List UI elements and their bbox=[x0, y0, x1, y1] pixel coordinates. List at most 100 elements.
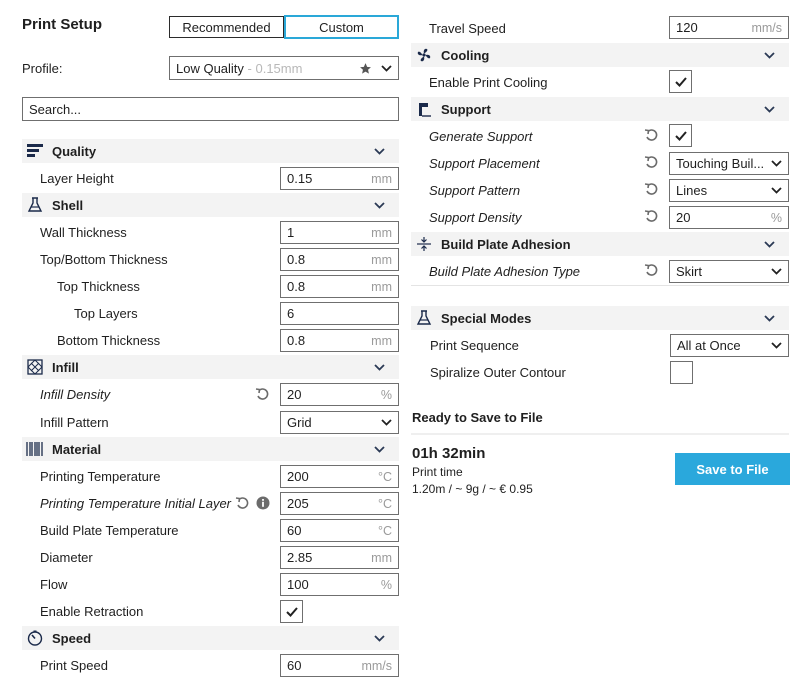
diameter-unit: mm bbox=[371, 550, 392, 565]
setting-label-retraction: Enable Retraction bbox=[40, 604, 144, 619]
divider bbox=[411, 433, 789, 435]
save-to-file-button[interactable]: Save to File bbox=[675, 453, 790, 485]
top-thickness-input[interactable]: 0.8 mm bbox=[280, 275, 399, 298]
chevron-down-icon bbox=[763, 103, 775, 115]
section-speed[interactable]: Speed bbox=[22, 626, 399, 650]
checkmark-icon bbox=[674, 76, 687, 87]
section-support[interactable]: Support bbox=[411, 97, 789, 121]
spiralize-checkbox[interactable] bbox=[670, 361, 693, 384]
infill-density-value: 20 bbox=[287, 387, 302, 402]
star-icon[interactable] bbox=[359, 62, 372, 75]
profile-suffix: - 0.15mm bbox=[243, 60, 303, 76]
setting-label-diameter: Diameter bbox=[40, 550, 93, 565]
flow-unit: % bbox=[380, 577, 392, 592]
layer-height-unit: mm bbox=[371, 171, 392, 186]
support-placement-select[interactable]: Touching Buil... bbox=[669, 152, 789, 175]
chevron-down-icon bbox=[380, 62, 392, 74]
infill-pattern-value: Grid bbox=[287, 415, 312, 430]
reset-icon[interactable] bbox=[644, 128, 658, 142]
special-modes-icon bbox=[415, 309, 433, 327]
wall-thickness-input[interactable]: 1 mm bbox=[280, 221, 399, 244]
profile-label: Profile: bbox=[22, 61, 63, 76]
chevron-down-icon bbox=[373, 443, 385, 455]
setting-label-support-density: Support Density bbox=[429, 210, 522, 225]
info-icon[interactable] bbox=[256, 496, 270, 510]
setting-label-top-bottom-thickness: Top/Bottom Thickness bbox=[40, 252, 168, 267]
travel-speed-input[interactable]: 120 mm/s bbox=[669, 16, 789, 39]
adhesion-type-select[interactable]: Skirt bbox=[669, 260, 789, 283]
tab-recommended[interactable]: Recommended bbox=[169, 16, 284, 38]
reset-icon[interactable] bbox=[644, 182, 658, 196]
section-quality[interactable]: Quality bbox=[22, 139, 399, 163]
support-density-value: 20 bbox=[676, 210, 691, 225]
diameter-value: 2.85 bbox=[287, 550, 313, 565]
retraction-checkbox[interactable] bbox=[280, 600, 303, 623]
setting-label-print-sequence: Print Sequence bbox=[430, 338, 519, 353]
enable-cooling-checkbox[interactable] bbox=[669, 70, 692, 93]
bottom-thickness-input[interactable]: 0.8 mm bbox=[280, 329, 399, 352]
checkmark-icon bbox=[674, 130, 687, 141]
print-temp-initial-value: 205 bbox=[287, 496, 309, 511]
section-material[interactable]: Material bbox=[22, 437, 399, 461]
section-infill[interactable]: Infill bbox=[22, 355, 399, 379]
section-cooling[interactable]: Cooling bbox=[411, 43, 789, 67]
profile-select[interactable]: Low Quality - 0.15mm bbox=[169, 56, 399, 80]
page-title: Print Setup bbox=[22, 16, 103, 33]
diameter-input[interactable]: 2.85 mm bbox=[280, 546, 399, 569]
flow-input[interactable]: 100 % bbox=[280, 573, 399, 596]
chevron-down-icon bbox=[380, 417, 392, 429]
infill-pattern-select[interactable]: Grid bbox=[280, 411, 399, 434]
reset-icon[interactable] bbox=[644, 155, 658, 169]
support-density-unit: % bbox=[770, 210, 782, 225]
setting-label-plate-temp: Build Plate Temperature bbox=[40, 523, 179, 538]
section-support-label: Support bbox=[441, 101, 491, 117]
section-shell[interactable]: Shell bbox=[22, 193, 399, 217]
layer-height-input[interactable]: 0.15 mm bbox=[280, 167, 399, 190]
reset-icon[interactable] bbox=[644, 263, 658, 277]
search-input[interactable]: Search... bbox=[22, 97, 399, 121]
section-adhesion[interactable]: Build Plate Adhesion bbox=[411, 232, 789, 256]
top-layers-input[interactable]: 6 bbox=[280, 302, 399, 325]
chevron-down-icon bbox=[373, 199, 385, 211]
print-sequence-select[interactable]: All at Once bbox=[670, 334, 789, 357]
speed-icon bbox=[26, 629, 44, 647]
chevron-down-icon bbox=[770, 340, 782, 352]
top-thickness-unit: mm bbox=[371, 279, 392, 294]
generate-support-checkbox[interactable] bbox=[669, 124, 692, 147]
bottom-thickness-value: 0.8 bbox=[287, 333, 306, 348]
section-special-modes[interactable]: Special Modes bbox=[411, 306, 789, 330]
top-bottom-thickness-input[interactable]: 0.8 mm bbox=[280, 248, 399, 271]
support-pattern-select[interactable]: Lines bbox=[669, 179, 789, 202]
print-time-label: Print time bbox=[412, 465, 463, 479]
reset-icon[interactable] bbox=[644, 209, 658, 223]
material-icon bbox=[26, 440, 44, 458]
chevron-down-icon bbox=[763, 238, 775, 250]
chevron-down-icon bbox=[763, 312, 775, 324]
reset-icon[interactable] bbox=[255, 387, 269, 401]
top-thickness-value: 0.8 bbox=[287, 279, 306, 294]
travel-speed-unit: mm/s bbox=[751, 20, 782, 35]
wall-thickness-value: 1 bbox=[287, 225, 295, 240]
plate-temp-input[interactable]: 60 °C bbox=[280, 519, 399, 542]
setting-label-layer-height: Layer Height bbox=[40, 171, 114, 186]
print-speed-input[interactable]: 60 mm/s bbox=[280, 654, 399, 677]
chevron-down-icon bbox=[770, 185, 782, 197]
support-density-input[interactable]: 20 % bbox=[669, 206, 789, 229]
print-temp-input[interactable]: 200 °C bbox=[280, 465, 399, 488]
top-bottom-thickness-value: 0.8 bbox=[287, 252, 306, 267]
infill-density-input[interactable]: 20 % bbox=[280, 383, 399, 406]
tab-custom[interactable]: Custom bbox=[284, 15, 399, 39]
flow-value: 100 bbox=[287, 577, 309, 592]
setting-label-generate-support: Generate Support bbox=[429, 129, 533, 144]
print-temp-initial-unit: °C bbox=[377, 496, 392, 511]
print-speed-unit: mm/s bbox=[361, 658, 392, 673]
reset-icon[interactable] bbox=[235, 496, 249, 510]
travel-speed-value: 120 bbox=[676, 20, 698, 35]
top-bottom-thickness-unit: mm bbox=[371, 252, 392, 267]
setting-label-wall-thickness: Wall Thickness bbox=[40, 225, 127, 240]
layer-height-value: 0.15 bbox=[287, 171, 313, 186]
section-quality-label: Quality bbox=[52, 143, 97, 159]
setting-label-infill-pattern: Infill Pattern bbox=[40, 415, 109, 430]
print-temp-initial-input[interactable]: 205 °C bbox=[280, 492, 399, 515]
infill-icon bbox=[26, 358, 44, 376]
